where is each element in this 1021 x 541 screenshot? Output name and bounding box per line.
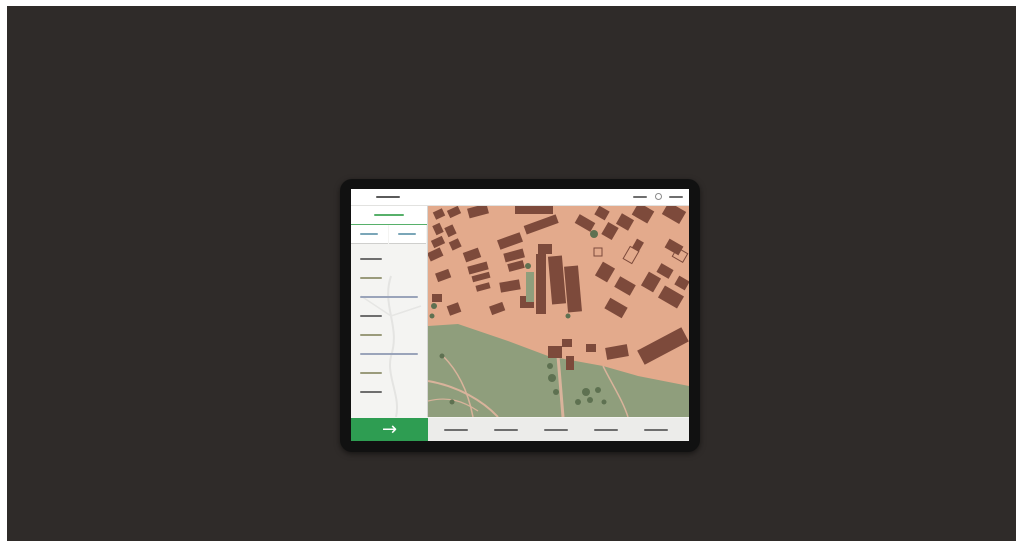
sidebar-item[interactable] [351, 385, 427, 399]
bottom-bar-item[interactable] [581, 418, 631, 441]
tab-secondary-left[interactable] [351, 225, 388, 244]
sidebar-item-label [360, 391, 382, 393]
sidebar-item-label [360, 315, 382, 317]
sidebar-item-label [360, 296, 418, 298]
go-button[interactable]: → [351, 418, 428, 441]
tablet-device: → [340, 179, 700, 452]
map-canvas[interactable] [428, 206, 689, 417]
app-title-placeholder [376, 196, 400, 198]
tab-label [398, 233, 416, 235]
bottom-bar-item[interactable] [431, 418, 481, 441]
sidebar [351, 206, 428, 417]
sidebar-item[interactable] [351, 347, 427, 361]
app-screen: → [351, 189, 689, 441]
sidebar-item-label [360, 372, 382, 374]
bottom-bar-item-label [544, 429, 568, 431]
tab-label [360, 233, 378, 235]
bottom-bar-item-label [444, 429, 468, 431]
bottom-bar-item-label [494, 429, 518, 431]
sidebar-item[interactable] [351, 309, 427, 323]
tab-secondary-right[interactable] [389, 225, 426, 244]
user-circle-icon[interactable] [655, 193, 662, 200]
bottom-bar-item-label [644, 429, 668, 431]
top-bar [351, 189, 689, 206]
menu-line-icon[interactable] [669, 196, 683, 198]
sidebar-item-label [360, 334, 382, 336]
bottom-bar-item[interactable] [631, 418, 681, 441]
arrow-right-icon: → [381, 418, 398, 440]
tab-primary[interactable] [351, 206, 427, 225]
sidebar-item[interactable] [351, 366, 427, 380]
bottom-bar-item[interactable] [531, 418, 581, 441]
sidebar-item[interactable] [351, 271, 427, 285]
sidebar-item-label [360, 258, 382, 260]
map-view[interactable] [428, 206, 689, 417]
sidebar-item-label [360, 353, 418, 355]
sidebar-item-label [360, 277, 382, 279]
bottom-bar-item[interactable] [481, 418, 531, 441]
sidebar-item[interactable] [351, 328, 427, 342]
sidebar-item[interactable] [351, 290, 427, 304]
bottom-bar-item-label [594, 429, 618, 431]
menu-line-icon[interactable] [633, 196, 647, 198]
bottom-bar: → [351, 418, 689, 441]
sidebar-item[interactable] [351, 252, 427, 266]
tab-primary-label [374, 214, 404, 216]
